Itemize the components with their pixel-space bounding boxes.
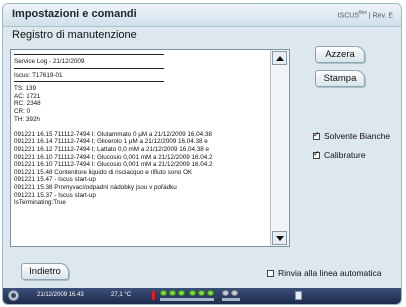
sample-slots-indicator [160,298,214,301]
checkbox-label: Solvente Bianche [324,131,391,141]
page-title: Registro di manutenzione [12,29,137,41]
datetime-label: 21/12/2009 16.43 [37,292,84,298]
checkbox-box[interactable] [267,269,274,277]
checkbox-label: Calibrature [324,150,366,160]
divider [14,67,164,69]
arrow-down-icon [276,236,284,241]
log-stat: TS: 139 [14,85,37,93]
reset-button[interactable]: Azzera [315,46,365,63]
maintenance-log-textarea[interactable]: Service Log - 21/12/2009 Iscus: T17619-0… [10,49,290,247]
log-scrollbar[interactable] [270,50,289,246]
log-entry: IsTerminating:True [14,199,66,207]
back-button[interactable]: Indietro [21,263,69,280]
brand-sup: flex [359,10,367,16]
checkbox-box[interactable] [313,149,320,159]
log-stat: CR: 0 [14,107,31,115]
divider [14,81,164,83]
checkbox-label: Rinvia alla linea automatica [278,268,382,278]
status-dot-icon [189,290,196,296]
log-entry: 091221 16.12 711112-7494 I: Lattato 0,0 … [14,145,210,153]
window-title: Impostazioni e comandi [12,8,137,20]
log-stat: RC: 2348 [14,100,41,108]
log-entry: 091221 16.15 711112-7494 I: Glutammato 0… [14,130,212,138]
log-content: Service Log - 21/12/2009 Iscus: T17619-0… [14,52,264,207]
log-stat: TH: 392h [14,115,40,123]
log-entry: 091221 16.14 711112-7494 I: Glicerolo 1 … [14,138,208,146]
title-bar: Impostazioni e comandi ISCUSflex | Rev. … [3,4,401,27]
status-dot-icon [160,290,167,296]
log-serial-line: Iscus: T17619-01 [14,71,63,79]
power-icon[interactable] [8,290,19,301]
settings-window: Impostazioni e comandi ISCUSflex | Rev. … [2,3,402,305]
document-icon[interactable] [295,291,302,300]
revision-label: | Rev. E [368,12,393,20]
status-dot-icon [198,290,205,296]
log-stat: AC: 1721 [14,92,41,100]
divider [14,54,164,55]
log-entry: 091221 15.48 Contenitore liquido di risc… [14,168,193,176]
status-dot-icon [207,290,214,296]
status-dot-icon [169,290,176,296]
log-entry: 091221 15.37 - Iscus start-up [14,191,96,199]
white-solvent-checkbox[interactable]: Solvente Bianche [313,130,391,141]
calibrations-checkbox[interactable]: Calibrature [313,149,366,160]
log-entry: 091221 15.47 - Iscus start-up [14,176,96,184]
sample-slots-indicator [222,298,240,301]
temperature-label: 27,1 °C [111,292,132,298]
log-entry: 091221 16.10 711112-7494 I: Glucosio 0,0… [14,153,213,161]
scroll-down-button[interactable] [272,231,287,245]
alert-indicator-icon [152,291,155,300]
checkbox-box[interactable] [313,130,320,140]
status-dot-icon [178,290,185,296]
arrow-up-icon [276,56,284,61]
log-entry: 091221 15.38 Promyvací/odpadní nádobky j… [14,183,177,191]
print-button[interactable]: Stampa [315,70,365,87]
status-dot-icon [231,290,238,296]
brand-name: ISCUS [337,12,359,20]
word-wrap-checkbox[interactable]: Rinvia alla linea automatica [267,268,381,278]
log-header-line: Service Log - 21/12/2009 [14,58,85,65]
status-bar: 21/12/2009 16.43 27,1 °C [3,288,401,304]
scroll-up-button[interactable] [272,51,287,65]
log-entry: 091221 16.10 711112-7494 I: Glucosio 0,0… [14,161,213,169]
brand-label: ISCUSflex | Rev. E [338,10,393,19]
status-dot-icon [222,290,229,296]
